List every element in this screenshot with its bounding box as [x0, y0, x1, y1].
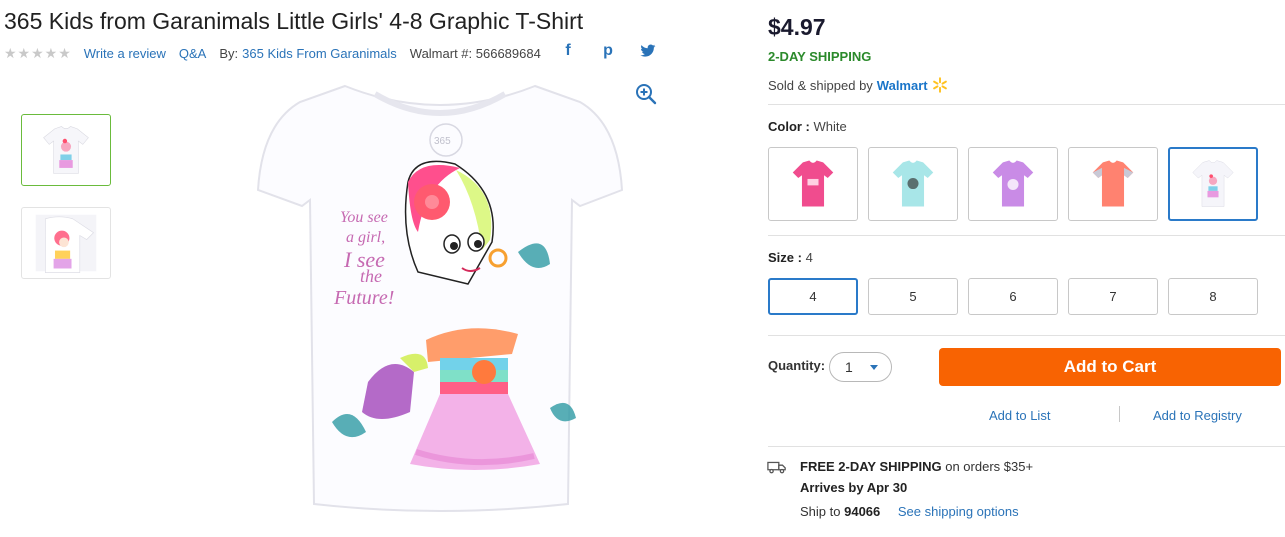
size-value: 4: [805, 250, 813, 265]
two-day-shipping-badge: 2-DAY SHIPPING: [768, 49, 872, 64]
tshirt-thumbnail-image: [43, 126, 89, 174]
color-label-row: Color : White: [768, 119, 847, 134]
truck-icon: [767, 461, 786, 474]
divider: [768, 104, 1285, 105]
rating-stars: ★★★★★: [4, 44, 72, 61]
facebook-icon: f: [565, 42, 571, 59]
product-thumbnail[interactable]: [21, 207, 111, 279]
see-shipping-options-link[interactable]: See shipping options: [898, 504, 1019, 519]
svg-text:Future!: Future!: [333, 287, 394, 309]
color-swatch-white[interactable]: [1168, 147, 1258, 221]
size-option-7[interactable]: 7: [1068, 278, 1158, 315]
svg-text:You see: You see: [340, 209, 388, 226]
color-swatch-purple[interactable]: [968, 147, 1058, 221]
color-label: Color :: [768, 119, 810, 134]
svg-text:a girl,: a girl,: [346, 229, 385, 246]
pinterest-share-button[interactable]: p: [598, 41, 618, 61]
quantity-value: 1: [845, 359, 853, 375]
product-meta-row: ★★★★★ Write a review Q&A By: 365 Kids Fr…: [4, 44, 541, 62]
pinterest-icon: p: [603, 42, 613, 59]
product-thumbnail[interactable]: [21, 114, 111, 186]
walmart-spark-icon: [932, 77, 947, 93]
facebook-share-button[interactable]: f: [558, 41, 578, 61]
color-swatch-pink[interactable]: [768, 147, 858, 221]
ship-to-row: Ship to 94066 See shipping options: [800, 504, 1019, 519]
link-separator: [1119, 406, 1120, 422]
color-swatch-coral[interactable]: [1068, 147, 1158, 221]
svg-text:the: the: [360, 266, 382, 286]
free-shipping-threshold: on orders $35+: [945, 459, 1034, 474]
color-swatch-aqua[interactable]: [868, 147, 958, 221]
svg-text:365: 365: [434, 136, 451, 147]
quantity-select[interactable]: 1: [829, 352, 892, 382]
purple-tshirt-swatch-image: [992, 160, 1034, 207]
walmart-number: Walmart #: 566689684: [409, 45, 541, 61]
ship-to-zip[interactable]: 94066: [844, 504, 880, 519]
qa-link[interactable]: Q&A: [179, 46, 206, 61]
zoom-in-icon[interactable]: [634, 82, 658, 106]
tshirt-thumbnail-image: [35, 214, 97, 273]
free-shipping-row: FREE 2-DAY SHIPPING on orders $35+: [800, 459, 1033, 474]
seller-link[interactable]: Walmart: [877, 78, 928, 93]
quantity-label: Quantity:: [768, 358, 826, 373]
divider: [768, 335, 1285, 336]
arrival-date: Arrives by Apr 30: [800, 480, 908, 495]
product-main-image: You see a girl, I see the Future! 365: [256, 84, 624, 512]
twitter-share-button[interactable]: [638, 41, 658, 61]
sold-by-label: Sold & shipped by: [768, 77, 873, 93]
size-option-4[interactable]: 4: [768, 278, 858, 315]
divider: [768, 446, 1285, 447]
free-shipping-title: FREE 2-DAY SHIPPING: [800, 459, 942, 474]
write-review-link[interactable]: Write a review: [84, 46, 166, 61]
add-to-registry-link[interactable]: Add to Registry: [1153, 408, 1242, 423]
size-option-8[interactable]: 8: [1168, 278, 1258, 315]
aqua-tshirt-swatch-image: [892, 160, 934, 207]
size-label: Size :: [768, 250, 802, 265]
ship-to-label: Ship to: [800, 504, 841, 519]
divider: [768, 235, 1285, 236]
pink-tshirt-swatch-image: [792, 160, 834, 207]
size-option-5[interactable]: 5: [868, 278, 958, 315]
by-label: By:: [219, 45, 239, 61]
chevron-down-icon: [870, 365, 878, 370]
sold-by-row: Sold & shipped by Walmart: [768, 77, 948, 93]
product-title: 365 Kids from Garanimals Little Girls' 4…: [4, 8, 584, 34]
twitter-icon: [640, 44, 656, 57]
white-tshirt-swatch-image: [1192, 160, 1234, 207]
coral-tshirt-swatch-image: [1092, 160, 1134, 207]
product-price: $4.97: [768, 14, 826, 40]
size-label-row: Size : 4: [768, 250, 813, 265]
add-to-cart-button[interactable]: Add to Cart: [939, 348, 1281, 386]
arrival-row: Arrives by Apr 30: [800, 480, 907, 495]
size-option-6[interactable]: 6: [968, 278, 1058, 315]
color-value: White: [813, 119, 847, 134]
brand-link[interactable]: 365 Kids From Garanimals: [242, 46, 397, 61]
add-to-list-link[interactable]: Add to List: [989, 408, 1050, 423]
